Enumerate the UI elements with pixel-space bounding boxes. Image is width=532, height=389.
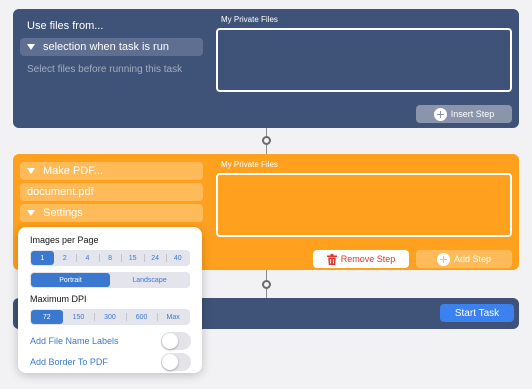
plus-circle-icon (433, 107, 447, 121)
action-selector[interactable]: Make PDF... (20, 162, 203, 180)
add-step-label: Add Step (453, 254, 492, 264)
add-step-button[interactable]: Add Step (416, 250, 512, 268)
images-per-page-segmented-control: 1 2 4 8 15 24 40 (30, 250, 190, 266)
toggle-knob (162, 333, 178, 349)
seg-images-24[interactable]: 24 (143, 251, 167, 265)
filename-field[interactable]: document.pdf (20, 183, 203, 201)
seg-images-15[interactable]: 15 (121, 251, 144, 265)
pdf-settings-popover: Images per Page 1 2 4 8 15 24 40 Portrai… (18, 227, 202, 373)
chevron-down-icon (27, 44, 35, 50)
chevron-down-icon (27, 210, 35, 216)
remove-step-label: Remove Step (340, 254, 396, 264)
private-files-dropzone[interactable] (216, 28, 512, 92)
step-use-files-card: Use files from... selection when task is… (13, 9, 519, 128)
settings-label: Settings (43, 207, 83, 219)
connector-node-2 (262, 280, 271, 289)
toggle-knob (162, 354, 178, 370)
seg-images-40[interactable]: 40 (166, 251, 189, 265)
files-label: My Private Files (221, 160, 278, 169)
step-title: Use files from... (27, 20, 104, 32)
action-selector-label: Make PDF... (43, 165, 103, 177)
insert-step-label: Insert Step (450, 109, 495, 119)
seg-dpi-72[interactable]: 72 (31, 310, 63, 324)
insert-step-button[interactable]: Insert Step (416, 105, 512, 123)
chevron-down-icon (27, 168, 35, 174)
seg-images-2[interactable]: 2 (54, 251, 77, 265)
orientation-segmented-control: Portrait Landscape (30, 272, 190, 288)
settings-toggle[interactable]: Settings (20, 204, 203, 222)
images-per-page-heading: Images per Page (30, 235, 99, 245)
seg-portrait[interactable]: Portrait (31, 273, 110, 287)
dpi-segmented-control: 72 150 300 600 Max (30, 309, 190, 325)
seg-dpi-300[interactable]: 300 (94, 310, 126, 324)
seg-images-4[interactable]: 4 (76, 251, 99, 265)
seg-landscape[interactable]: Landscape (110, 273, 189, 287)
border-to-pdf-toggle[interactable] (161, 353, 191, 371)
plus-circle-icon (436, 252, 450, 266)
file-name-labels-label: Add File Name Labels (30, 336, 119, 346)
border-to-pdf-label: Add Border To PDF (30, 357, 108, 367)
start-task-label: Start Task (454, 307, 500, 319)
seg-dpi-max[interactable]: Max (157, 310, 189, 324)
remove-step-button[interactable]: Remove Step (313, 250, 409, 268)
hint-text: Select files before running this task (27, 64, 183, 75)
start-task-button[interactable]: Start Task (440, 304, 514, 322)
private-files-dropzone[interactable] (216, 173, 512, 237)
seg-images-8[interactable]: 8 (98, 251, 122, 265)
files-label: My Private Files (221, 15, 278, 24)
max-dpi-heading: Maximum DPI (30, 294, 87, 304)
seg-images-1[interactable]: 1 (31, 251, 54, 265)
trash-icon (326, 253, 337, 265)
source-selector[interactable]: selection when task is run (20, 38, 203, 56)
filename-value: document.pdf (27, 186, 94, 198)
seg-dpi-150[interactable]: 150 (63, 310, 95, 324)
connector-node-1 (262, 136, 271, 145)
file-name-labels-toggle[interactable] (161, 332, 191, 350)
source-selector-label: selection when task is run (43, 41, 169, 53)
seg-dpi-600[interactable]: 600 (125, 310, 158, 324)
